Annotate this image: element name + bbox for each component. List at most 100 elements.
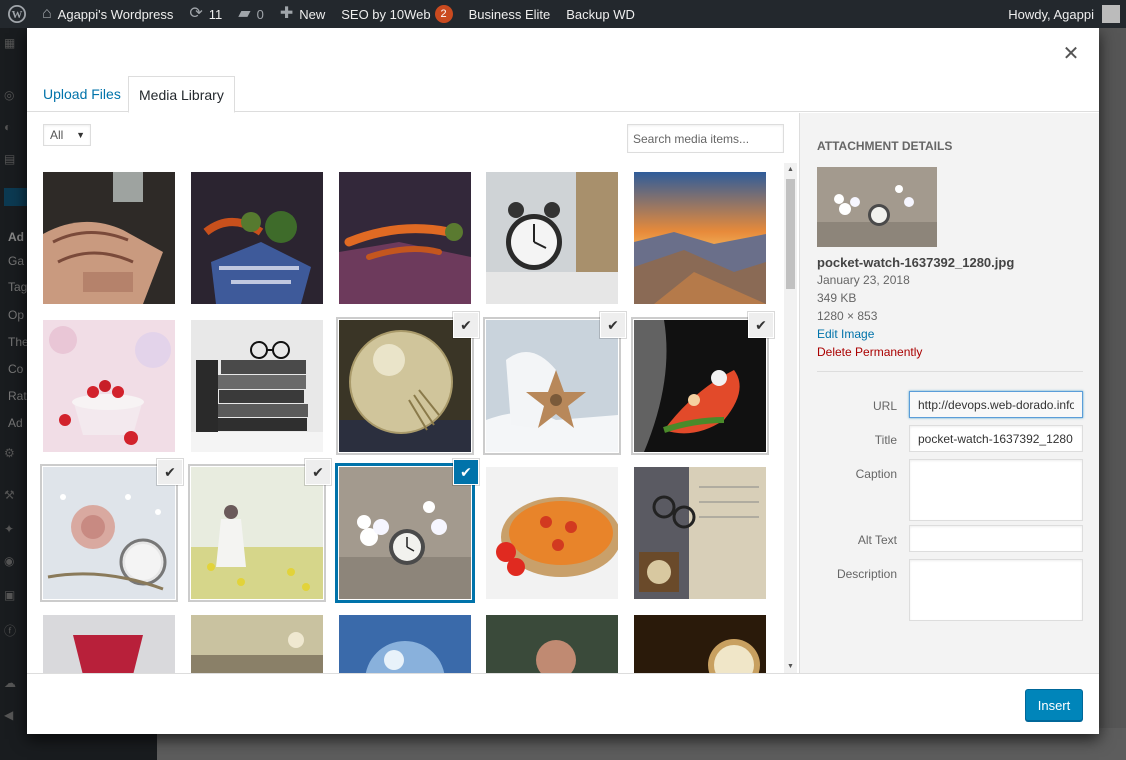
media-item[interactable] [339, 172, 471, 304]
admin-menu-item-5: The [8, 335, 29, 349]
home-icon: ⌂ [42, 5, 52, 22]
new-content-link[interactable]: ✚ New [272, 0, 333, 28]
eye-icon: ◉ [4, 554, 15, 568]
scrollbar-thumb[interactable] [786, 179, 795, 289]
greeting: Howdy, Agappi [1008, 6, 1094, 22]
comments-count: 0 [256, 6, 264, 22]
site-name: Agappi's Wordpress [57, 6, 174, 22]
svg-text:W: W [12, 9, 23, 21]
media-item[interactable] [634, 467, 766, 599]
instagram-icon: ◎ [4, 88, 15, 102]
url-field[interactable] [909, 391, 1083, 418]
admin-menu-item-2: Ga [8, 254, 25, 268]
backup-label: Backup WD [566, 6, 635, 22]
delete-permanently-link[interactable]: Delete Permanently [817, 345, 922, 359]
media-item-selected[interactable] [191, 467, 323, 599]
plus-icon: ✚ [279, 5, 294, 22]
media-item-current[interactable] [339, 467, 471, 599]
settings-icon: ⚙ [4, 446, 15, 460]
media-item[interactable] [43, 320, 175, 452]
checkmark-icon: ✔ [312, 464, 324, 480]
grid-scrollbar[interactable]: ▲ ▼ [784, 163, 797, 673]
gallery-icon [4, 188, 28, 206]
admin-menu-item-8: Ad [8, 416, 23, 430]
selected-check-current[interactable]: ✔ [454, 460, 478, 484]
admin-menu-item-1: Ad [8, 230, 24, 244]
tab-upload-files[interactable]: Upload Files [33, 76, 131, 112]
backup-menu[interactable]: Backup WD [558, 0, 643, 28]
media-item-selected[interactable] [43, 467, 175, 599]
updates-count: 11 [208, 6, 223, 22]
users-icon: ◐ [4, 120, 12, 134]
media-item[interactable] [486, 615, 618, 673]
seo-badge: 2 [434, 5, 453, 23]
media-item[interactable] [43, 615, 175, 673]
selected-check[interactable]: ✔ [601, 313, 625, 337]
media-item[interactable] [191, 615, 323, 673]
plugin-icon: ✦ [4, 522, 15, 536]
media-modal: ✕ Upload Files Media Library All ▼ Searc… [27, 28, 1099, 734]
attachment-dimensions: 1280 × 853 [817, 309, 878, 323]
new-label: New [299, 6, 326, 22]
selected-check[interactable]: ✔ [749, 313, 773, 337]
comments-link[interactable]: ▰ 0 [230, 0, 272, 28]
refresh-icon: ⟳ [189, 5, 203, 22]
collapse-icon: ◀ [4, 708, 14, 722]
search-input[interactable] [627, 124, 784, 153]
checkmark-icon: ✔ [607, 317, 619, 333]
selected-check[interactable]: ✔ [306, 460, 330, 484]
close-button[interactable]: ✕ [1061, 44, 1081, 64]
media-item[interactable] [191, 172, 323, 304]
admin-menu-item-3: Tag [8, 280, 28, 294]
scroll-up-arrow-icon[interactable]: ▲ [784, 163, 797, 176]
media-tabs: Upload Files Media Library [27, 76, 1099, 113]
alt-text-field[interactable] [909, 525, 1083, 552]
media-item-selected[interactable] [486, 320, 618, 452]
insert-button[interactable]: Insert [1025, 689, 1083, 721]
attachment-details-panel: Attachment Details pocket-watch-1637392_… [799, 113, 1099, 673]
media-type-filter[interactable]: All ▼ [43, 124, 91, 146]
description-field[interactable] [909, 559, 1083, 621]
avatar [1102, 5, 1120, 23]
attachment-date: January 23, 2018 [817, 273, 910, 287]
admin-menu-item-4: Op [8, 308, 25, 322]
dropdown-arrow-icon: ▼ [76, 130, 85, 140]
media-grid: ✔ ✔ ✔ ✔ ✔ ✔ [27, 163, 799, 673]
title-field[interactable] [909, 425, 1083, 452]
media-item[interactable] [43, 172, 175, 304]
media-item[interactable] [634, 615, 766, 673]
checkmark-icon: ✔ [164, 464, 176, 480]
dashboard-icon: ▦ [4, 36, 16, 50]
selected-check[interactable]: ✔ [454, 313, 478, 337]
tab-media-library[interactable]: Media Library [128, 76, 235, 113]
media-item[interactable] [486, 172, 618, 304]
media-item[interactable] [339, 615, 471, 673]
admin-bar: W ⌂ Agappi's Wordpress ⟳ 11 ▰ 0 ✚ New SE… [0, 0, 1126, 28]
media-item-selected[interactable] [339, 320, 471, 452]
media-item[interactable] [486, 467, 618, 599]
wordpress-logo[interactable]: W [0, 0, 34, 28]
wordpress-icon: W [8, 5, 26, 23]
media-toolbar: All ▼ [27, 113, 799, 163]
business-elite-menu[interactable]: Business Elite [461, 0, 559, 28]
url-label: URL [872, 399, 897, 413]
media-item[interactable] [191, 320, 323, 452]
updates-link[interactable]: ⟳ 11 [181, 0, 230, 28]
checkmark-icon: ✔ [755, 317, 767, 333]
checkmark-icon: ✔ [460, 464, 472, 480]
media-item[interactable] [634, 172, 766, 304]
backdrop-edge [1099, 28, 1126, 728]
account-menu[interactable]: Howdy, Agappi [1000, 0, 1126, 28]
caption-field[interactable] [909, 459, 1083, 521]
edit-image-link[interactable]: Edit Image [817, 327, 874, 341]
attachment-size: 349 KB [817, 291, 857, 305]
checkmark-icon: ✔ [460, 317, 472, 333]
divider [817, 371, 1083, 372]
admin-menu-item-6: Co [8, 362, 24, 376]
attachment-details-heading: Attachment Details [817, 139, 953, 153]
media-item-selected[interactable] [634, 320, 766, 452]
scroll-down-arrow-icon[interactable]: ▼ [784, 660, 797, 673]
seo-menu[interactable]: SEO by 10Web 2 [333, 0, 460, 28]
selected-check[interactable]: ✔ [158, 460, 182, 484]
site-name-link[interactable]: ⌂ Agappi's Wordpress [34, 0, 181, 28]
